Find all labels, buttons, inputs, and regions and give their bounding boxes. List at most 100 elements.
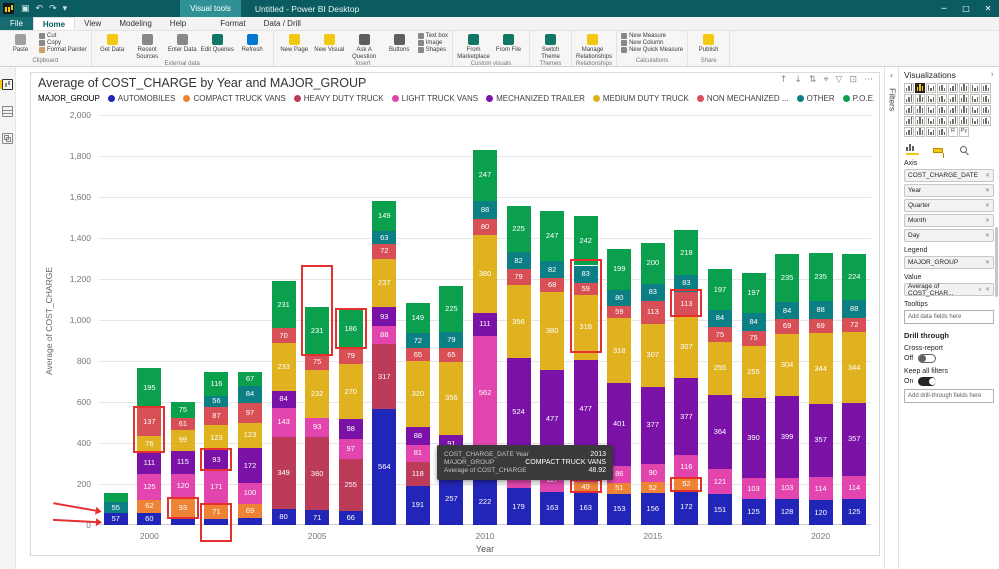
- legend-item[interactable]: LIGHT TRUCK VANS: [392, 94, 478, 103]
- visual-type-icon[interactable]: [937, 94, 947, 104]
- report-view-icon[interactable]: [2, 79, 13, 90]
- visual-type-icon[interactable]: [915, 105, 925, 115]
- expand-filters-icon[interactable]: ‹: [885, 71, 898, 80]
- visual-type-icon[interactable]: [915, 127, 925, 137]
- visual-type-icon[interactable]: [937, 127, 947, 137]
- visual-type-icon[interactable]: [948, 94, 958, 104]
- visual-type-icon[interactable]: R: [948, 127, 958, 137]
- bar-2008[interactable]: 19111881883206572149: [406, 115, 430, 525]
- ribbon-item-ask-a-question[interactable]: Ask A Question: [348, 33, 381, 60]
- undo-icon[interactable]: ↶: [36, 4, 44, 14]
- visual-type-icon[interactable]: [948, 105, 958, 115]
- field-chip[interactable]: Month✕: [904, 214, 994, 227]
- pane-scrollbar[interactable]: [995, 227, 998, 297]
- remove-field-icon[interactable]: ✕: [985, 172, 990, 179]
- tab-modeling[interactable]: Modeling: [110, 17, 160, 30]
- tab-help[interactable]: Help: [161, 17, 195, 30]
- close-button[interactable]: ✕: [977, 0, 999, 17]
- visual-type-icon[interactable]: Py: [959, 127, 969, 137]
- bar-segment[interactable]: [104, 493, 128, 502]
- plot-area[interactable]: COST_CHARGE_DATE Year2013MAJOR_GROUPCOMP…: [99, 115, 871, 525]
- ribbon-item-text-box[interactable]: Text box: [418, 33, 448, 39]
- visual-type-icon[interactable]: [915, 116, 925, 126]
- field-chip[interactable]: MAJOR_GROUP✕: [904, 256, 994, 269]
- report-canvas[interactable]: ↑↓⇅⌖▽⊡⋯ Average of COST_CHARGE by Year a…: [16, 67, 884, 569]
- fields-tab[interactable]: [906, 142, 919, 155]
- model-view-icon[interactable]: [2, 133, 13, 144]
- bar-2004[interactable]: 803491438423370231: [272, 115, 296, 525]
- cross-report-toggle[interactable]: [918, 354, 936, 363]
- tab-format[interactable]: Format: [211, 17, 254, 30]
- visual-type-icon[interactable]: [937, 83, 947, 93]
- bar-2000[interactable]: 606212511176137195: [137, 115, 161, 525]
- visual-type-icon[interactable]: [981, 83, 991, 93]
- tab-home[interactable]: Home: [33, 17, 75, 30]
- ribbon-item-shapes[interactable]: Shapes: [418, 47, 448, 53]
- tab-view[interactable]: View: [75, 17, 110, 30]
- drill-down-icon[interactable]: ↓: [794, 75, 802, 85]
- analytics-tab[interactable]: [960, 146, 973, 155]
- ribbon-item-switch-theme[interactable]: Switch Theme: [534, 33, 567, 60]
- tab-file[interactable]: File: [0, 17, 33, 30]
- visual-type-icon[interactable]: [915, 83, 925, 93]
- ribbon-item-enter-data[interactable]: Enter Data: [166, 33, 199, 54]
- filter-icon[interactable]: ▽: [836, 75, 843, 85]
- bar-2003[interactable]: 69100172123978467: [238, 115, 262, 525]
- ribbon-item-image[interactable]: Image: [418, 40, 448, 46]
- stacked-column-chart-visual[interactable]: ↑↓⇅⌖▽⊡⋯ Average of COST_CHARGE by Year a…: [30, 72, 880, 556]
- visual-type-icon[interactable]: [959, 105, 969, 115]
- visual-type-icon[interactable]: [926, 94, 936, 104]
- minimize-button[interactable]: ─: [933, 0, 955, 17]
- remove-field-icon[interactable]: ✕: [985, 232, 990, 239]
- visual-type-icon[interactable]: [926, 83, 936, 93]
- expand-next-level-icon[interactable]: ⇅: [809, 75, 817, 85]
- more-options-icon[interactable]: ⋯: [864, 75, 873, 85]
- visual-type-icon[interactable]: [926, 116, 936, 126]
- drill-up-icon[interactable]: ↑: [780, 75, 788, 85]
- visual-type-icon[interactable]: [970, 94, 980, 104]
- bar-1999[interactable]: 5755: [104, 115, 128, 525]
- save-icon[interactable]: ▣: [21, 4, 30, 14]
- filters-pane-collapsed[interactable]: ‹ Filters: [884, 67, 898, 569]
- remove-field-icon[interactable]: ✕: [985, 217, 990, 224]
- visual-type-icon[interactable]: [981, 105, 991, 115]
- bar-2017[interactable]: 1511213642557584197: [708, 115, 732, 525]
- ribbon-item-manage-relationships[interactable]: Manage Relationships: [576, 33, 609, 60]
- visual-type-icon[interactable]: [970, 116, 980, 126]
- visual-type-icon[interactable]: [904, 105, 914, 115]
- legend-item[interactable]: MECHANIZED TRAILER: [486, 94, 585, 103]
- visual-type-icon[interactable]: [937, 105, 947, 115]
- ribbon-item-copy[interactable]: Copy: [39, 40, 87, 46]
- bar-segment[interactable]: [238, 518, 262, 525]
- remove-field-icon[interactable]: ✕: [985, 286, 990, 293]
- ribbon-item-publish[interactable]: Publish: [692, 33, 725, 54]
- ribbon-item-format-painter[interactable]: Format Painter: [39, 47, 87, 53]
- ribbon-item-new-page[interactable]: New Page: [278, 33, 311, 54]
- ribbon-item-get-data[interactable]: Get Data: [96, 33, 129, 54]
- tab-data-drill[interactable]: Data / Drill: [255, 17, 310, 30]
- bar-2021[interactable]: 1251143573447288224: [842, 115, 866, 525]
- chevron-down-icon[interactable]: ∨: [978, 287, 982, 293]
- field-chip[interactable]: Day✕: [904, 229, 994, 242]
- remove-field-icon[interactable]: ✕: [985, 202, 990, 209]
- ribbon-item-new-measure[interactable]: New Measure: [621, 33, 683, 39]
- remove-field-icon[interactable]: ✕: [985, 187, 990, 194]
- bar-2018[interactable]: 1251033902557584197: [742, 115, 766, 525]
- bar-segment[interactable]: [171, 518, 195, 525]
- visual-type-icon[interactable]: [926, 105, 936, 115]
- ribbon-item-buttons[interactable]: Buttons: [383, 33, 416, 54]
- ribbon-item-from-marketplace[interactable]: From Marketplace: [457, 33, 490, 60]
- visual-type-icon[interactable]: [904, 127, 914, 137]
- data-view-icon[interactable]: [2, 106, 13, 117]
- bar-2015[interactable]: 156529037730711383200: [641, 115, 665, 525]
- visual-type-icon[interactable]: [970, 83, 980, 93]
- remove-field-icon[interactable]: ✕: [985, 259, 990, 266]
- field-chip[interactable]: COST_CHARGE_DATE✕: [904, 169, 994, 182]
- visual-type-icon[interactable]: [937, 116, 947, 126]
- focus-mode-icon[interactable]: ⊡: [849, 75, 857, 85]
- format-tab[interactable]: [933, 148, 946, 155]
- customize-toolbar-icon[interactable]: ▾: [63, 4, 68, 14]
- visual-type-icon[interactable]: [904, 83, 914, 93]
- bar-2016[interactable]: 1725211637730711383218: [674, 115, 698, 525]
- bar-2007[interactable]: 56431788932377263149: [372, 115, 396, 525]
